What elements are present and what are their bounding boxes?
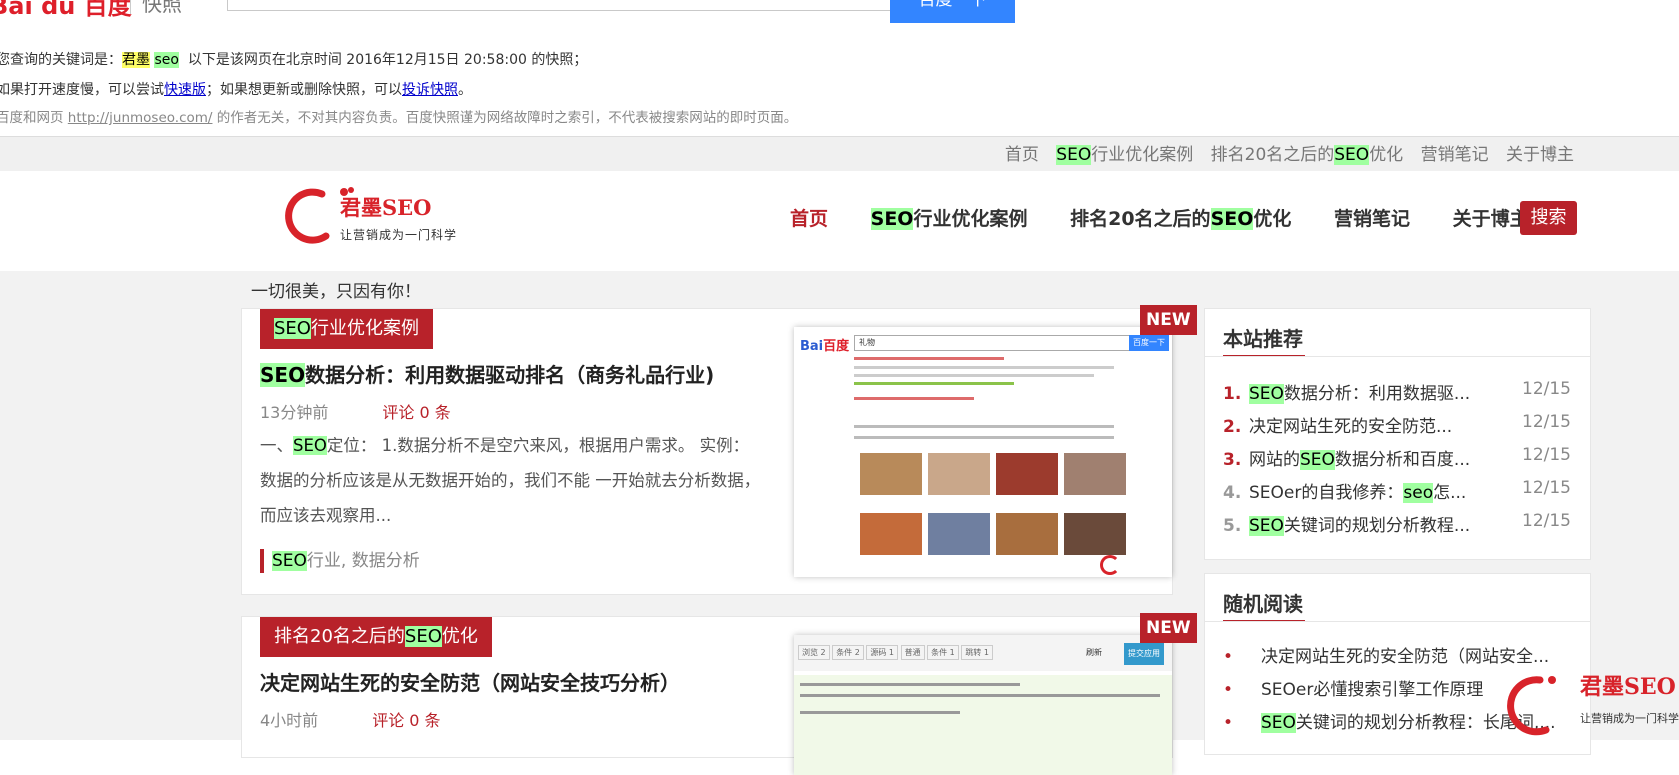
thumb-img xyxy=(928,453,990,495)
post-comments[interactable]: 评论 0 条 xyxy=(372,711,440,730)
post-excerpt: 一、SEO定位： 1.数据分析不是空穴来风，根据用户需求。 实例： 数据的分析应… xyxy=(260,436,761,525)
post-time: 4小时前 xyxy=(260,711,319,730)
random-item[interactable]: • 决定网站生死的安全防范（网站安全... xyxy=(1223,642,1549,667)
thumb-img xyxy=(1064,513,1126,555)
recommend-item[interactable]: 2. 决定网站生死的安全防范... xyxy=(1223,412,1452,437)
topnav-seo-cases[interactable]: SEO行业优化案例 xyxy=(1056,145,1193,165)
post-meta: 4小时前 评论 0 条 xyxy=(260,707,441,731)
thumb-watermark-icon xyxy=(1100,555,1120,575)
post-category[interactable]: SEO行业优化案例 xyxy=(260,309,433,349)
recommend-date: 12/15 xyxy=(1522,412,1571,432)
recommend-date: 12/15 xyxy=(1522,379,1571,399)
watermark-logo: 君墨SEO 让营销成为一门科学 xyxy=(1500,672,1679,740)
watermark-slogan: 让营销成为一门科学 xyxy=(1580,712,1679,725)
top-nav: 首页 SEO行业优化案例 排名20名之后的SEO优化 营销笔记 关于博主 xyxy=(993,140,1574,165)
site-logo[interactable]: 君墨SEO 让营销成为一门科学 xyxy=(284,186,474,246)
topnav-about[interactable]: 关于博主 xyxy=(1506,145,1574,165)
recommend-date: 12/15 xyxy=(1522,445,1571,465)
thumb-img xyxy=(928,513,990,555)
topnav-notes[interactable]: 营销笔记 xyxy=(1421,145,1489,165)
main-nav: 首页 SEO行业优化案例 排名20名之后的SEO优化 营销笔记 关于博主 xyxy=(790,204,1565,231)
topnav-home[interactable]: 首页 xyxy=(1005,145,1039,165)
site-search-button[interactable]: 搜索 xyxy=(1520,201,1577,235)
keyword-highlight: 君墨 xyxy=(122,52,150,68)
snapshot-keyword-note: 您查询的关键词是：君墨 seo 以下是该网页在北京时间 2016年12月15日 … xyxy=(0,52,588,68)
sidebar-divider xyxy=(1205,356,1590,357)
logo-name: 君墨SEO xyxy=(340,195,432,220)
fast-version-link[interactable]: 快速版 xyxy=(164,82,206,98)
thumb-content xyxy=(794,675,1172,775)
recommend-item[interactable]: 1. SEO数据分析：利用数据驱... xyxy=(1223,379,1470,404)
thumb-result-lines xyxy=(854,357,1154,417)
thumb-baidu-logo: Bai百度 xyxy=(800,339,850,354)
recommend-item[interactable]: 5. SEO关键词的规划分析教程... xyxy=(1223,511,1470,536)
thumb-search-btn: 百度一下 xyxy=(1129,335,1169,351)
post-card: SEO行业优化案例 SEO数据分析：利用数据驱动排名（商务礼品行业) 13分钟前… xyxy=(241,305,1197,595)
kuaizhao-label: 快照 xyxy=(142,0,182,16)
search-input[interactable] xyxy=(227,0,892,11)
post-meta: 13分钟前 评论 0 条 xyxy=(260,399,451,423)
watermark-name: 君墨SEO xyxy=(1580,674,1676,700)
new-badge: NEW xyxy=(1140,305,1197,335)
nav-rank-seo[interactable]: 排名20名之后的SEO优化 xyxy=(1070,204,1291,231)
site-tagline: 一切很美，只因有你！ xyxy=(251,282,421,302)
post-title[interactable]: 决定网站生死的安全防范（网站安全技巧分析） xyxy=(260,667,680,696)
thumb-img xyxy=(996,453,1058,495)
post-title[interactable]: SEO数据分析：利用数据驱动排名（商务礼品行业) xyxy=(260,359,714,388)
sidebar-title: 随机阅读 xyxy=(1223,592,1303,616)
watermark-c-icon xyxy=(1507,676,1556,736)
source-url-link[interactable]: http://junmoseo.com/ xyxy=(68,110,213,126)
keyword-highlight: seo xyxy=(154,52,179,68)
logo-slogan: 让营销成为一门科学 xyxy=(340,228,458,242)
nav-about[interactable]: 关于博主 xyxy=(1453,204,1529,231)
recommend-date: 12/15 xyxy=(1522,511,1571,531)
thumb-img xyxy=(1064,453,1126,495)
post-card: 排名20名之后的SEO优化 决定网站生死的安全防范（网站安全技巧分析） 4小时前… xyxy=(241,613,1197,775)
post-time: 13分钟前 xyxy=(260,403,329,422)
recommend-item[interactable]: 4. SEOer的自我修养：seo怎... xyxy=(1223,478,1466,503)
sidebar-divider xyxy=(1205,621,1590,622)
random-item[interactable]: • SEOer必懂搜索引擎工作原理 xyxy=(1223,675,1483,700)
logo-divider xyxy=(130,0,131,14)
recommend-item[interactable]: 3. 网站的SEO数据分析和百度... xyxy=(1223,445,1470,470)
thumb-img xyxy=(996,513,1058,555)
sidebar-recommend: 本站推荐 1. SEO数据分析：利用数据驱... 12/15 2. 决定网站生死的安… xyxy=(1204,308,1591,560)
post-comments[interactable]: 评论 0 条 xyxy=(382,403,450,422)
post-tags[interactable]: SEO行业, 数据分析 xyxy=(260,549,420,573)
thumb-filter-rows xyxy=(854,425,1144,447)
snapshot-disclaimer: 百度和网页 http://junmoseo.com/ 的作者无关，不对其内容负责… xyxy=(0,110,798,126)
thumb-search-box: 礼物 xyxy=(854,335,1130,351)
post-thumbnail[interactable]: Bai百度 礼物 百度一下 xyxy=(794,327,1172,577)
topnav-rank-seo[interactable]: 排名20名之后的SEO优化 xyxy=(1211,145,1403,165)
post-thumbnail[interactable]: 浏览 2 条件 2 源码 1 普通 条件 1 跳转 1 刷新 提交应用 xyxy=(794,635,1172,775)
thumb-img xyxy=(860,513,922,555)
thumb-img xyxy=(860,453,922,495)
thumb-submit: 提交应用 xyxy=(1124,643,1164,665)
baidu-search-button[interactable]: 百度一下 xyxy=(890,0,1015,23)
nav-home[interactable]: 首页 xyxy=(790,204,828,231)
thumb-tabs: 浏览 2 条件 2 源码 1 普通 条件 1 跳转 1 xyxy=(798,645,993,660)
sidebar-title: 本站推荐 xyxy=(1223,327,1303,351)
new-badge: NEW xyxy=(1140,613,1197,643)
nav-seo-cases[interactable]: SEO行业优化案例 xyxy=(870,204,1027,231)
nav-notes[interactable]: 营销笔记 xyxy=(1334,204,1410,231)
baidu-logo[interactable]: Bai du 百度 xyxy=(0,0,132,20)
thumb-refresh: 刷新 xyxy=(1086,648,1102,657)
snapshot-speed-note: 如果打开速度慢，可以尝试快速版；如果想更新或删除快照，可以投诉快照。 xyxy=(0,82,472,98)
complain-snapshot-link[interactable]: 投诉快照 xyxy=(402,82,458,98)
recommend-date: 12/15 xyxy=(1522,478,1571,498)
post-category[interactable]: 排名20名之后的SEO优化 xyxy=(260,617,492,657)
